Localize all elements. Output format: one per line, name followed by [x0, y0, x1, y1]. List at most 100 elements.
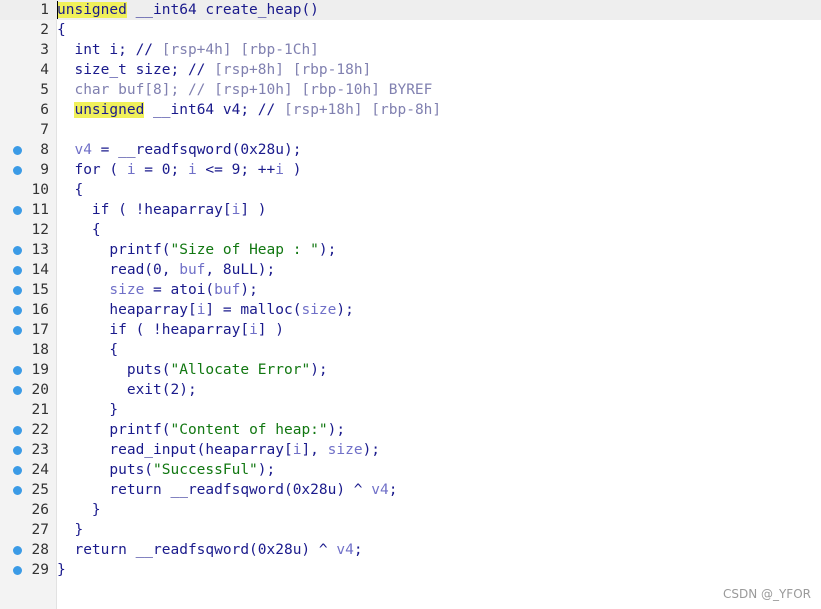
code-line[interactable]: 4 size_t size; // [rsp+8h] [rbp-18h] — [0, 60, 821, 80]
code-line[interactable]: 17 if ( !heaparray[i] ) — [0, 320, 821, 340]
code-line[interactable]: 22 printf("Content of heap:"); — [0, 420, 821, 440]
code-text[interactable]: for ( i = 0; i <= 9; ++i ) — [57, 160, 301, 180]
code-text[interactable]: { — [57, 180, 83, 200]
watermark: CSDN @_YFOR — [722, 587, 811, 601]
code-token: v4 — [74, 142, 92, 158]
line-number: 14 — [31, 262, 49, 278]
code-line[interactable]: 21 } — [0, 400, 821, 420]
breakpoint-dot-icon[interactable] — [13, 166, 22, 175]
breakpoint-dot-icon[interactable] — [13, 546, 22, 555]
code-text[interactable]: unsigned __int64 create_heap() — [57, 0, 319, 20]
code-line[interactable]: 24 puts("SuccessFul"); — [0, 460, 821, 480]
code-text[interactable]: if ( !heaparray[i] ) — [57, 200, 267, 220]
code-text[interactable]: char buf[8]; // [rsp+10h] [rbp-10h] BYRE… — [57, 80, 432, 100]
code-text[interactable]: puts("Allocate Error"); — [57, 360, 328, 380]
breakpoint-dot-icon[interactable] — [13, 366, 22, 375]
breakpoint-dot-icon[interactable] — [13, 486, 22, 495]
code-line[interactable]: 3 int i; // [rsp+4h] [rbp-1Ch] — [0, 40, 821, 60]
code-text[interactable]: return __readfsqword(0x28u) ^ v4; — [57, 540, 362, 560]
breakpoint-dot-icon[interactable] — [13, 206, 22, 215]
code-line[interactable]: 16 heaparray[i] = malloc(size); — [0, 300, 821, 320]
code-token: v4 — [336, 542, 354, 558]
code-text[interactable]: } — [57, 500, 101, 520]
code-token: } — [57, 502, 101, 518]
code-line[interactable]: 10 { — [0, 180, 821, 200]
code-line[interactable]: 14 read(0, buf, 8uLL); — [0, 260, 821, 280]
code-token: buf — [179, 262, 206, 278]
breakpoint-dot-icon[interactable] — [13, 566, 22, 575]
code-line[interactable]: 8 v4 = __readfsqword(0x28u); — [0, 140, 821, 160]
code-text[interactable]: { — [57, 220, 101, 240]
code-text[interactable]: printf("Size of Heap : "); — [57, 240, 336, 260]
line-number: 18 — [31, 342, 49, 358]
code-token: ] ) — [240, 202, 267, 218]
code-line[interactable]: 29} — [0, 560, 821, 580]
code-text[interactable]: int i; // [rsp+4h] [rbp-1Ch] — [57, 40, 318, 60]
code-line[interactable]: 19 puts("Allocate Error"); — [0, 360, 821, 380]
code-token: = atoi( — [144, 282, 215, 298]
breakpoint-dot-icon[interactable] — [13, 146, 22, 155]
code-line[interactable]: 5 char buf[8]; // [rsp+10h] [rbp-10h] BY… — [0, 80, 821, 100]
code-line[interactable]: 6 unsigned __int64 v4; // [rsp+18h] [rbp… — [0, 100, 821, 120]
code-token: i — [275, 162, 285, 178]
code-line[interactable]: 28 return __readfsqword(0x28u) ^ v4; — [0, 540, 821, 560]
breakpoint-dot-icon[interactable] — [13, 266, 22, 275]
breakpoint-dot-icon[interactable] — [13, 306, 22, 315]
code-text[interactable]: return __readfsqword(0x28u) ^ v4; — [57, 480, 397, 500]
breakpoint-dot-icon[interactable] — [13, 286, 22, 295]
code-text[interactable]: if ( !heaparray[i] ) — [57, 320, 284, 340]
line-number: 11 — [31, 202, 49, 218]
code-text[interactable]: read(0, buf, 8uLL); — [57, 260, 275, 280]
code-line[interactable]: 25 return __readfsqword(0x28u) ^ v4; — [0, 480, 821, 500]
code-line[interactable]: 20 exit(2); — [0, 380, 821, 400]
code-line[interactable]: 7 — [0, 120, 821, 140]
pseudocode-view[interactable]: 1 unsigned __int64 create_heap() 2{3 int i… — [0, 0, 821, 580]
code-text[interactable]: read_input(heaparray[i], size); — [57, 440, 380, 460]
code-text[interactable]: exit(2); — [57, 380, 197, 400]
code-line[interactable]: 18 { — [0, 340, 821, 360]
breakpoint-dot-icon[interactable] — [13, 426, 22, 435]
code-line[interactable]: 27 } — [0, 520, 821, 540]
code-line[interactable]: 12 { — [0, 220, 821, 240]
breakpoint-dot-icon[interactable] — [13, 326, 22, 335]
code-token: i — [249, 322, 258, 338]
code-line[interactable]: 26 } — [0, 500, 821, 520]
breakpoint-dot-icon[interactable] — [13, 386, 22, 395]
code-text[interactable]: puts("SuccessFul"); — [57, 460, 275, 480]
code-text[interactable]: size_t size; // [rsp+8h] [rbp-18h] — [57, 60, 371, 80]
code-line[interactable]: 15 size = atoi(buf); — [0, 280, 821, 300]
code-text[interactable]: heaparray[i] = malloc(size); — [57, 300, 353, 320]
line-number: 28 — [31, 542, 49, 558]
code-line[interactable]: 9 for ( i = 0; i <= 9; ++i ) — [0, 160, 821, 180]
code-token: printf( — [57, 422, 171, 438]
code-token: "SuccessFul" — [153, 462, 258, 478]
code-text[interactable]: } — [57, 520, 83, 540]
code-text[interactable]: } — [57, 560, 66, 580]
code-text[interactable]: size = atoi(buf); — [57, 280, 257, 300]
code-text[interactable]: { — [57, 340, 118, 360]
code-text[interactable]: } — [57, 400, 118, 420]
breakpoint-dot-icon[interactable] — [13, 246, 22, 255]
code-token: = __readfsqword(0x28u); — [91, 142, 302, 158]
code-token: size — [301, 302, 337, 318]
code-line[interactable]: 23 read_input(heaparray[i], size); — [0, 440, 821, 460]
code-token: ], — [301, 442, 328, 458]
code-token: ); — [318, 242, 337, 258]
code-token: ); — [257, 462, 276, 478]
code-token: size_t size; // — [57, 62, 215, 78]
code-text[interactable]: unsigned __int64 v4; // [rsp+18h] [rbp-8… — [57, 100, 441, 120]
code-token: } — [57, 562, 66, 578]
line-number: 12 — [31, 222, 49, 238]
code-line[interactable]: 1 unsigned __int64 create_heap() — [0, 0, 821, 20]
code-line[interactable]: 13 printf("Size of Heap : "); — [0, 240, 821, 260]
code-token: , 8uLL); — [205, 262, 276, 278]
code-text[interactable]: { — [57, 20, 66, 40]
code-line[interactable]: 2{ — [0, 20, 821, 40]
code-text[interactable]: printf("Content of heap:"); — [57, 420, 345, 440]
code-text[interactable]: v4 = __readfsqword(0x28u); — [57, 140, 301, 160]
code-line[interactable]: 11 if ( !heaparray[i] ) — [0, 200, 821, 220]
breakpoint-dot-icon[interactable] — [13, 446, 22, 455]
breakpoint-dot-icon[interactable] — [13, 466, 22, 475]
